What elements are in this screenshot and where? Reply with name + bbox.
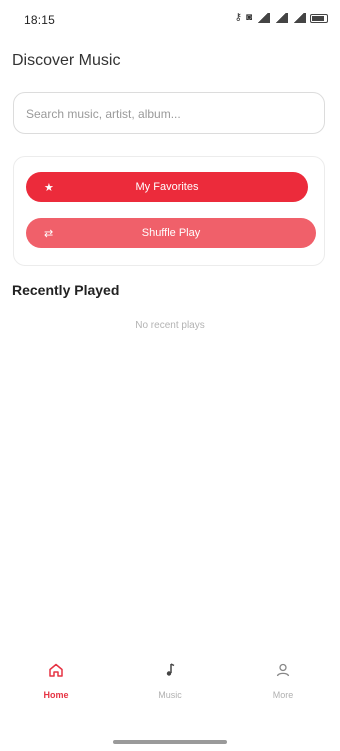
wifi-icon [256, 13, 270, 23]
my-favorites-label: My Favorites [135, 181, 199, 193]
search-box[interactable] [13, 92, 325, 135]
signal-icon [274, 13, 288, 23]
status-time: 18:15 [24, 13, 56, 27]
music-note-icon [162, 658, 178, 682]
recently-played-title: Recently Played [12, 282, 120, 298]
nav-more-label: More [272, 690, 294, 700]
shuffle-icon: ⇄ [44, 227, 54, 240]
page-title: Discover Music [12, 52, 121, 69]
shuffle-play-label: Shuffle Play [141, 227, 201, 239]
status-icons: ⚷ ◙ [235, 12, 328, 24]
home-indicator [113, 740, 227, 744]
home-icon [48, 658, 64, 682]
my-favorites-button[interactable]: ★ My Favorites [26, 172, 308, 202]
person-icon [275, 658, 291, 682]
nav-music-label: Music [158, 690, 182, 700]
nav-home[interactable]: Home [16, 658, 96, 714]
quick-actions-card: ★ My Favorites ⇄ Shuffle Play [13, 156, 325, 266]
no-recent-plays-text: No recent plays [135, 320, 205, 331]
search-input[interactable] [24, 93, 318, 135]
shuffle-play-button[interactable]: ⇄ Shuffle Play [26, 218, 316, 248]
bottom-navigation: Home Music More [0, 650, 340, 720]
notification-icon: ◙ [245, 12, 252, 23]
key-icon: ⚷ [234, 12, 242, 23]
status-bar: 18:15 ⚷ ◙ [0, 0, 340, 40]
nav-more[interactable]: More [243, 658, 323, 714]
signal-2-icon [292, 13, 306, 23]
battery-icon [310, 13, 328, 23]
nav-home-label: Home [43, 690, 69, 700]
nav-music[interactable]: Music [130, 658, 210, 714]
star-icon: ★ [44, 181, 54, 194]
